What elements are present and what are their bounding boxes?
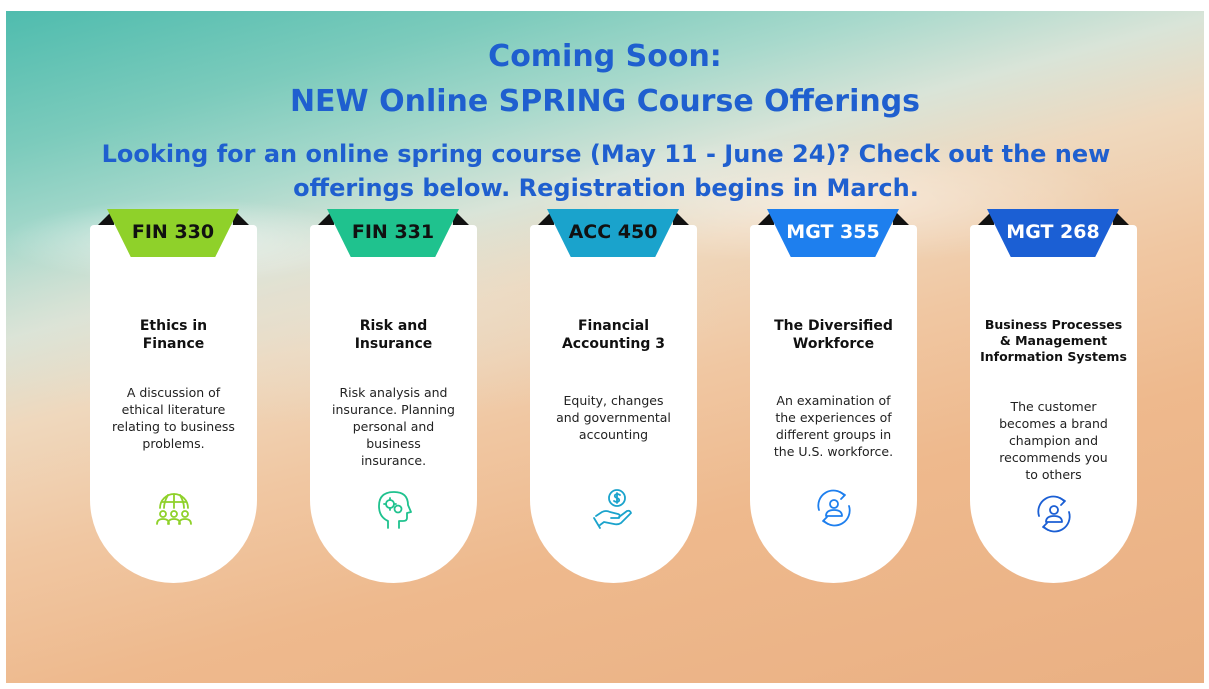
head-gears-icon (370, 484, 418, 532)
course-title: Financial Accounting 3 (561, 318, 666, 352)
heading-line-2: NEW Online SPRING Course Offerings (289, 84, 921, 119)
course-title: Business Processes & Management Informat… (980, 317, 1127, 364)
course-description: An examination of the experiences of dif… (773, 393, 894, 459)
course-title: The Diversified Workforce (774, 318, 893, 352)
hand-coin-icon (590, 484, 638, 532)
globe-people-icon (150, 484, 198, 532)
course-description: The customer becomes a brand champion an… (999, 399, 1108, 482)
course-title: Risk and Insurance (354, 318, 433, 352)
person-cycle-icon (1030, 490, 1078, 538)
course-description: A discussion of ethical literature relat… (112, 385, 235, 451)
course-description: Risk analysis and insurance. Planning pe… (332, 385, 455, 468)
person-cycle-icon (810, 484, 858, 532)
subtitle: Looking for an online spring course (May… (101, 140, 1111, 202)
heading-line-1: Coming Soon: (488, 39, 722, 74)
course-description: Equity, changes and governmental account… (556, 393, 671, 442)
course-title: Ethics in Finance (139, 318, 208, 352)
